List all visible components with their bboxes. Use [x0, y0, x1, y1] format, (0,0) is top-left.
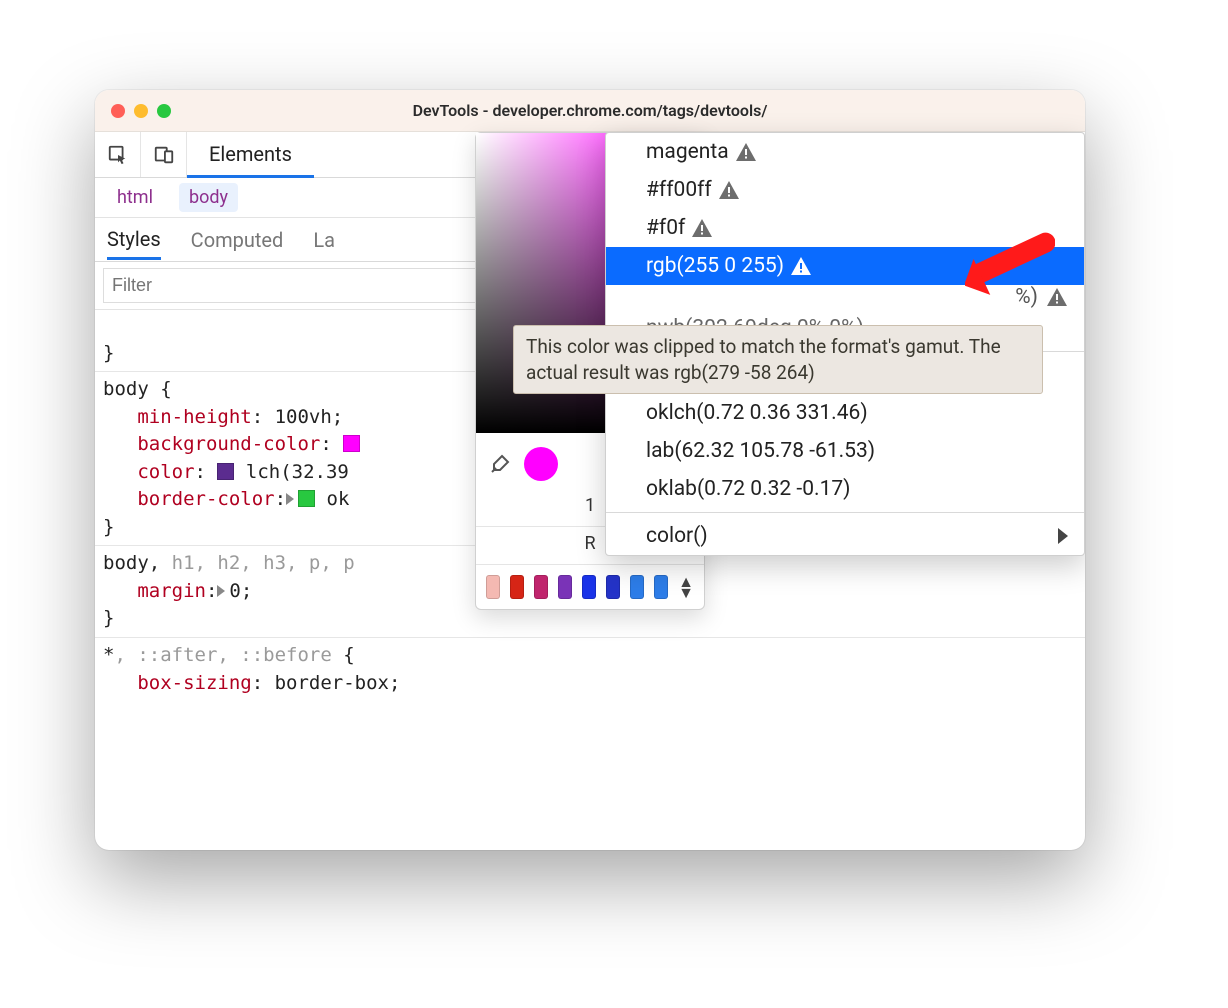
- window-title: DevTools - developer.chrome.com/tags/dev…: [95, 101, 1085, 120]
- format-item-magenta[interactable]: magenta: [606, 133, 1084, 171]
- prop-border-color[interactable]: border-color: [137, 488, 274, 510]
- gamut-warning-icon: [691, 218, 713, 238]
- gamut-warning-icon: [718, 180, 740, 200]
- prop-min-height[interactable]: min-height: [137, 406, 251, 428]
- format-label: #ff00ff: [646, 178, 712, 202]
- palette-swatch-1[interactable]: [510, 575, 524, 599]
- rule2-close: }: [103, 607, 114, 629]
- format-item-hex6[interactable]: #ff00ff: [606, 171, 1084, 209]
- eyedropper-button[interactable]: [488, 452, 512, 476]
- zoom-window-button[interactable]: [157, 104, 171, 118]
- palette-swatch-5[interactable]: [606, 575, 620, 599]
- palette-swatch-7[interactable]: [654, 575, 668, 599]
- val-border-color[interactable]: ok: [327, 488, 350, 510]
- prop-box-sizing[interactable]: box-sizing: [137, 672, 251, 694]
- rule3-open: {: [343, 644, 354, 666]
- swatch-color[interactable]: [217, 463, 234, 480]
- prop-margin[interactable]: margin: [137, 580, 206, 602]
- subtab-styles[interactable]: Styles: [107, 227, 161, 260]
- gamut-warning-icon: [735, 142, 757, 162]
- inspect-element-button[interactable]: [95, 132, 141, 177]
- format-label: oklab(0.72 0.32 -0.17): [646, 477, 851, 501]
- swatch-border-color[interactable]: [298, 490, 315, 507]
- format-label: #f0f: [646, 216, 685, 240]
- menu-separator: [606, 512, 1084, 513]
- format-item-oklch[interactable]: oklch(0.72 0.36 331.46): [606, 394, 1084, 432]
- swatch-background-color[interactable]: [343, 435, 360, 452]
- palette-swatch-4[interactable]: [582, 575, 596, 599]
- expand-border-color-icon[interactable]: [286, 493, 294, 505]
- palette-swatch-6[interactable]: [630, 575, 644, 599]
- rule2-selector-body[interactable]: body,: [103, 552, 172, 574]
- device-toggle-button[interactable]: [141, 132, 187, 177]
- palette-swatch-0[interactable]: [486, 575, 500, 599]
- tab-elements[interactable]: Elements: [187, 133, 314, 178]
- val-margin[interactable]: 0;: [229, 580, 252, 602]
- rule2-selector-rest[interactable]: h1, h2, h3, p, p: [172, 552, 355, 574]
- palette-swatch-3[interactable]: [558, 575, 572, 599]
- close-window-button[interactable]: [111, 104, 125, 118]
- val-color[interactable]: lch(32.39: [246, 461, 360, 483]
- alpha-value[interactable]: 1: [585, 495, 595, 516]
- devtools-window: DevTools - developer.chrome.com/tags/dev…: [95, 90, 1085, 850]
- rule3-selector-star[interactable]: *: [103, 644, 114, 666]
- window-titlebar: DevTools - developer.chrome.com/tags/dev…: [95, 90, 1085, 132]
- gamut-clip-tooltip: This color was clipped to match the form…: [513, 325, 1043, 394]
- format-label: rgb(255 0 255): [646, 254, 784, 278]
- annotation-arrow-icon: [965, 222, 1055, 316]
- expand-margin-icon[interactable]: [217, 585, 225, 597]
- format-label: lab(62.32 105.78 -61.53): [646, 439, 875, 463]
- chevron-right-icon: [1058, 528, 1068, 544]
- rule3-selector-rest[interactable]: , ::after, ::before: [114, 644, 343, 666]
- color-palette-row: ▲▼: [476, 565, 704, 609]
- format-label: magenta: [646, 140, 729, 164]
- prop-background-color[interactable]: background-color: [137, 433, 320, 455]
- gamut-warning-icon: [790, 256, 812, 276]
- prop-color[interactable]: color: [137, 461, 194, 483]
- val-box-sizing[interactable]: border-box;: [275, 672, 401, 694]
- breadcrumb-html[interactable]: html: [107, 183, 163, 212]
- format-item-oklab[interactable]: oklab(0.72 0.32 -0.17): [606, 470, 1084, 508]
- rule1-selector[interactable]: body {: [103, 378, 172, 400]
- palette-swatch-2[interactable]: [534, 575, 548, 599]
- minimize-window-button[interactable]: [134, 104, 148, 118]
- palette-stepper[interactable]: ▲▼: [678, 577, 694, 598]
- subtab-layout[interactable]: La: [313, 228, 335, 252]
- breadcrumb-body[interactable]: body: [179, 183, 238, 212]
- rule1-close: }: [103, 516, 114, 538]
- format-item-lab[interactable]: lab(62.32 105.78 -61.53): [606, 432, 1084, 470]
- traffic-lights: [95, 104, 171, 118]
- format-label: oklch(0.72 0.36 331.46): [646, 401, 868, 425]
- val-min-height[interactable]: 100vh;: [275, 406, 344, 428]
- subtab-computed[interactable]: Computed: [191, 228, 284, 252]
- rule-close-brace: }: [103, 342, 114, 364]
- format-label: color(): [646, 524, 708, 548]
- current-color-swatch[interactable]: [524, 447, 558, 481]
- channel-r-label: R: [584, 533, 595, 554]
- format-item-color-fn[interactable]: color(): [606, 517, 1084, 555]
